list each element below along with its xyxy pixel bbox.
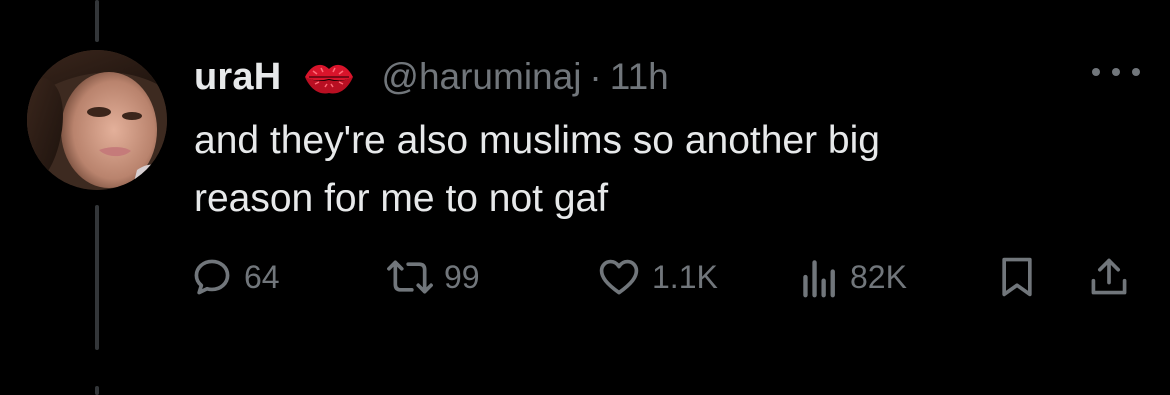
tweet-text-line-1: and they're also muslims so another big — [194, 119, 880, 162]
bookmark-icon — [1002, 257, 1032, 297]
tweet-screen: uraH @haruminaj · 11h and they're also m… — [0, 0, 1170, 395]
avatar-photo — [27, 50, 167, 190]
retweet-button[interactable]: 99 — [386, 252, 480, 302]
tweet-text: and they're also muslims so another big … — [194, 112, 1094, 228]
views-count: 82K — [850, 258, 907, 295]
handle[interactable]: @haruminaj — [381, 56, 581, 98]
tweet-text-line-2: reason for me to not gaf — [194, 177, 609, 220]
bookmark-button[interactable] — [997, 252, 1037, 302]
share-button[interactable] — [1086, 252, 1132, 302]
tweet-header: uraH @haruminaj · 11h — [194, 52, 669, 102]
views-icon — [803, 260, 835, 298]
retweet-count: 99 — [444, 258, 480, 295]
like-count: 1.1K — [652, 258, 718, 295]
like-button[interactable]: 1.1K — [596, 252, 718, 302]
timestamp[interactable]: 11h — [610, 56, 669, 98]
kiss-lips-icon — [303, 57, 355, 97]
thread-line-top — [95, 0, 99, 42]
reply-count: 64 — [244, 258, 280, 295]
heart-icon — [599, 259, 639, 295]
action-bar: 64 99 1.1K 82K — [0, 252, 1170, 302]
views-button[interactable]: 82K — [800, 252, 907, 302]
separator-dot: · — [589, 56, 602, 97]
retweet-icon — [387, 260, 433, 294]
reply-button[interactable]: 64 — [190, 252, 280, 302]
display-name[interactable]: uraH — [194, 56, 281, 99]
avatar[interactable] — [27, 50, 167, 190]
thread-line-bottom — [95, 386, 99, 395]
share-icon — [1091, 258, 1127, 295]
more-options-icon[interactable] — [1092, 62, 1140, 82]
reply-icon — [194, 259, 230, 295]
